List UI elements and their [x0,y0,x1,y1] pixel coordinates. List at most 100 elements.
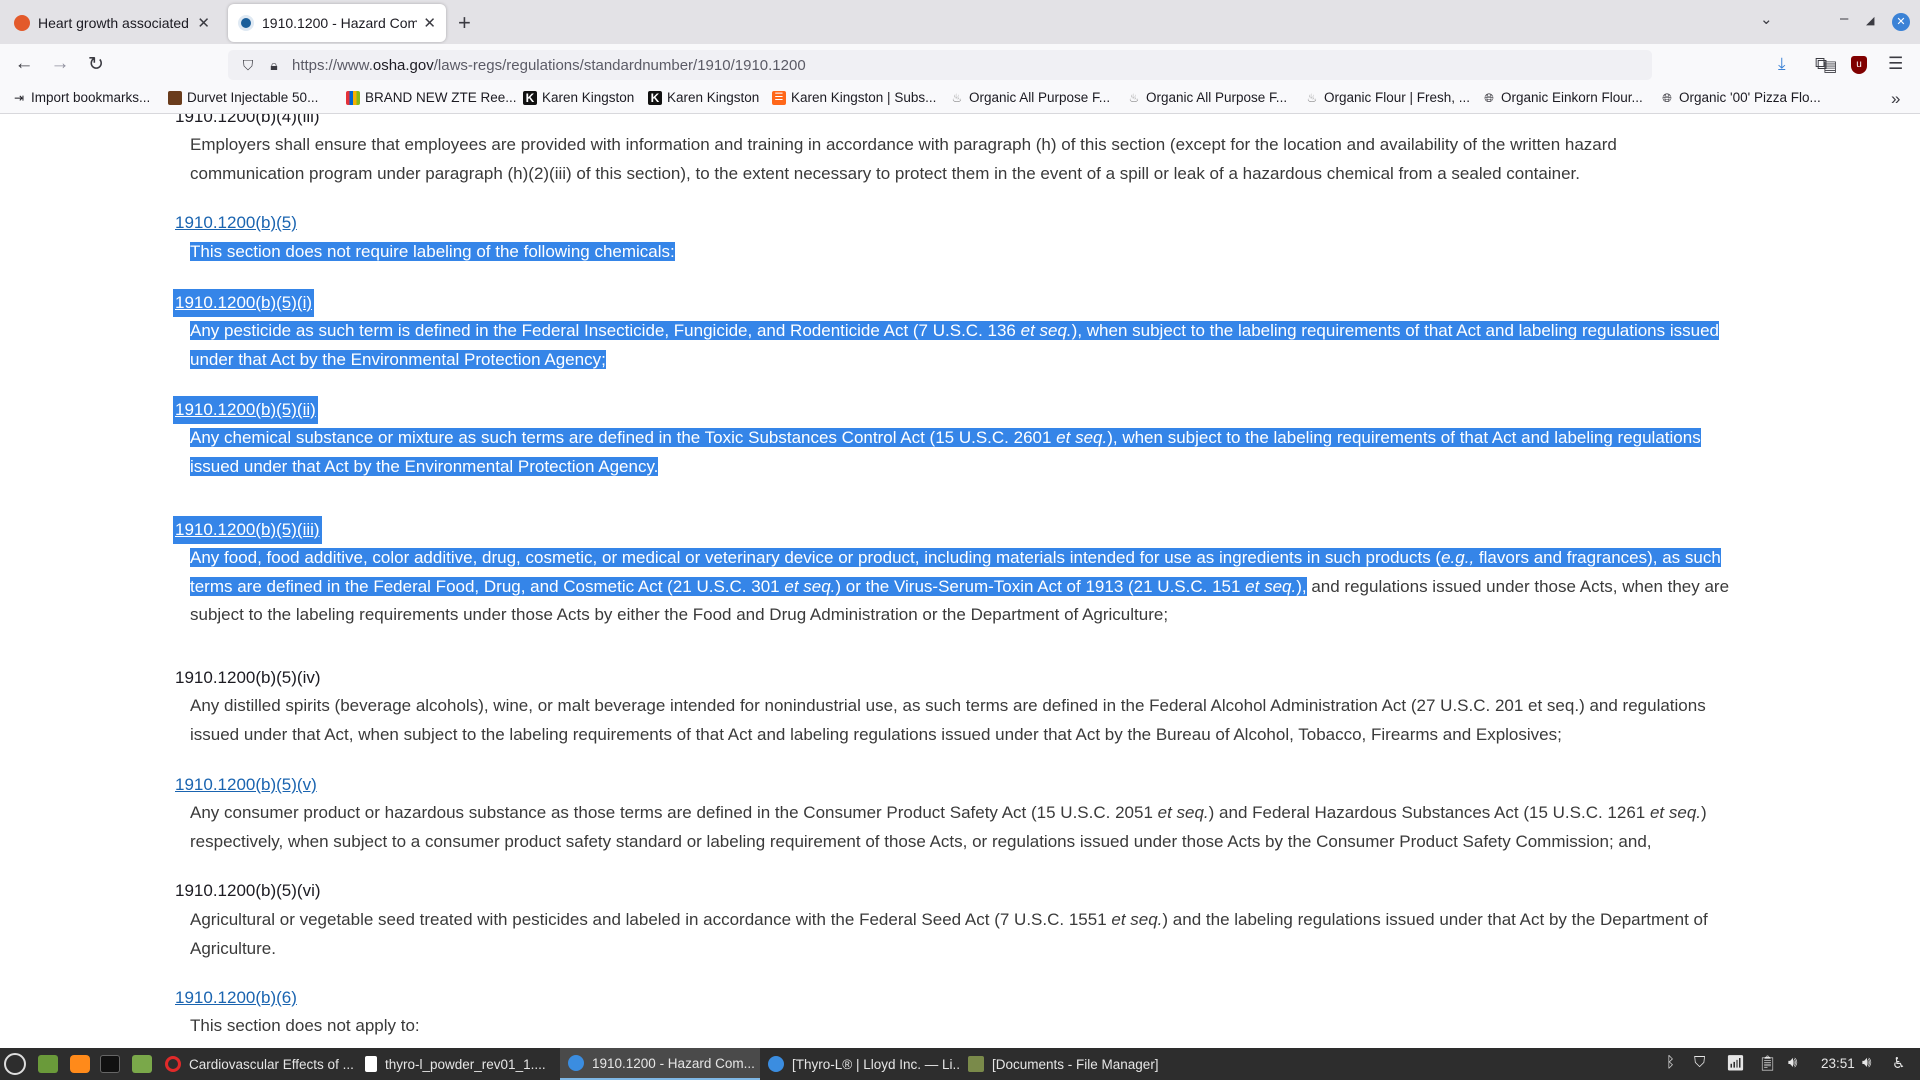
section-link-b5iii[interactable]: 1910.1200(b)(5)(iii) [173,516,322,544]
durvet-icon [168,90,182,105]
volume-icon[interactable]: 🔊︎ [1788,1054,1797,1071]
forward-arrow-icon[interactable]: → [48,53,72,75]
tracking-protection-shield-icon[interactable]: ⛉ [240,57,256,74]
et-seq-text: et seq. [1020,321,1072,340]
clock[interactable]: 23:51 [1821,1056,1855,1071]
bookmark-label: Organic Flour | Fresh, ... [1324,90,1471,105]
url-bar[interactable]: ⛉ 🔒︎ https://www.osha.gov/laws-regs/regu… [228,50,1868,80]
bookmark-label: Organic All Purpose F... [1146,90,1288,105]
bookmark-organic-flour-3[interactable]: ♨ Organic Flour | Fresh, ... [1305,90,1470,105]
section-link-b5[interactable]: 1910.1200(b)(5) [175,209,297,237]
bookmark-label: Organic Einkorn Flour... [1501,90,1643,105]
bookmark-label: Durvet Injectable 50... [187,90,319,105]
start-menu-icon[interactable] [4,1053,26,1075]
document-icon [365,1056,377,1072]
bookmark-pizza-flour[interactable]: 🌐︎ Organic '00' Pizza Flo... [1660,90,1821,105]
close-icon[interactable]: ✕ [423,14,436,32]
globe-icon: 🌐︎ [1662,90,1672,105]
et-seq-text: et seq. [1157,803,1209,822]
bookmarks-overflow-chevron-icon[interactable]: » [1891,89,1900,109]
paragraph-b5ii: Any chemical substance or mixture as suc… [190,424,1735,481]
paragraph-b5vi: Agricultural or vegetable seed treated w… [190,906,1735,963]
new-tab-plus-icon[interactable]: + [458,10,471,36]
bookmark-durvet[interactable]: Durvet Injectable 50... [168,90,318,105]
import-icon: ⇥ [13,90,25,105]
terminal-launcher-icon[interactable] [100,1055,120,1073]
taskbar-window-label: 1910.1200 - Hazard Com... [592,1055,755,1071]
show-desktop-icon[interactable] [38,1055,58,1073]
flour-icon: ♨ [1128,90,1140,105]
clipboard-icon[interactable]: 📋︎ [1758,1054,1777,1072]
minimize-icon[interactable]: – [1840,10,1848,27]
taskbar-window-thyro-pdf[interactable]: thyro-l_powder_rev01_1.... [357,1048,557,1080]
firefox-launcher-icon[interactable] [70,1055,90,1073]
paragraph-b5i: Any pesticide as such term is defined in… [190,317,1735,374]
tab-heart-growth[interactable]: Heart growth associated wi ✕ [4,4,220,42]
extensions-puzzle-icon[interactable]: ⧉ [1815,54,1827,74]
bookmark-organic-flour-1[interactable]: ♨ Organic All Purpose F... [950,90,1110,105]
tab-title: 1910.1200 - Hazard Commu [262,15,418,31]
bookmark-import[interactable]: ⇥ Import bookmarks... [12,90,150,105]
shield-icon[interactable]: ⛉ [1694,1054,1705,1071]
paragraph-b5v: Any consumer product or hazardous substa… [190,799,1735,856]
tab-hazard-communication[interactable]: 1910.1200 - Hazard Commu ✕ [228,4,446,42]
flour-icon: ♨ [951,90,963,105]
url-text[interactable]: https://www.osha.gov/laws-regs/regulatio… [292,57,806,74]
et-seq-text: et seq. [1649,803,1702,822]
window-close-icon[interactable]: ✕ [1892,13,1910,31]
paragraph-b4iii: Employers shall ensure that employees ar… [190,135,1617,183]
downloads-icon[interactable]: ⤓ [1778,54,1786,74]
paragraph-text: ), [1296,576,1307,596]
bookmark-organic-flour-2[interactable]: ♨ Organic All Purpose F... [1127,90,1287,105]
taskbar-window-hazard-communication[interactable]: 1910.1200 - Hazard Com... [560,1048,760,1080]
file-manager-launcher-icon[interactable] [132,1055,152,1073]
bookmark-zte[interactable]: BRAND NEW ZTE Ree... [346,90,517,105]
restore-icon[interactable]: ◢ [1866,14,1874,27]
tab-favicon-icon [238,15,254,31]
wifi-icon[interactable]: 📶︎ [1726,1054,1745,1072]
page-content: 1910.1200(b)(4)(iii) Employers shall ens… [0,114,1920,1048]
app-menu-hamburger-icon[interactable]: ☰ [1888,54,1903,74]
bookmark-karen-kingston-substack[interactable]: ☰ Karen Kingston | Subs... [772,90,936,105]
et-seq-text: et seq. [1111,910,1163,929]
paragraph-text: Any pesticide as such term is defined in… [190,321,1021,340]
volume-icon[interactable]: 🔊︎ [1862,1054,1871,1071]
bookmark-einkorn-flour[interactable]: 🌐︎ Organic Einkorn Flour... [1482,90,1643,105]
taskbar-window-cardiovascular[interactable]: Cardiovascular Effects of ... [157,1048,357,1080]
bookmarks-toolbar: ⇥ Import bookmarks... Durvet Injectable 5… [0,86,1920,114]
section-link-b5i[interactable]: 1910.1200(b)(5)(i) [173,289,315,317]
reload-icon[interactable]: ↻ [84,53,108,76]
bookmark-karen-kingston-1[interactable]: K Karen Kingston [523,90,634,105]
section-link-b6[interactable]: 1910.1200(b)(6) [175,984,297,1012]
eg-text: e.g., [1441,548,1475,567]
system-taskbar: Cardiovascular Effects of ... thyro-l_po… [0,1048,1920,1080]
bookmark-label: Karen Kingston [667,90,760,105]
taskbar-window-label: thyro-l_powder_rev01_1.... [385,1056,546,1072]
accessibility-icon[interactable]: ♿︎ [1892,1054,1905,1072]
back-arrow-icon[interactable]: ← [12,53,36,75]
paragraph-b5: This section does not require labeling o… [190,238,1735,267]
bluetooth-icon[interactable]: ᛒ [1666,1054,1675,1071]
tab-favicon-icon [14,15,30,31]
bookmark-label: Organic All Purpose F... [969,90,1111,105]
tab-bar: Heart growth associated wi ✕ 1910.1200 -… [0,0,1920,44]
section-link-b5ii[interactable]: 1910.1200(b)(5)(ii) [173,396,318,424]
paragraph-text: Any food, food additive, color additive,… [190,548,1442,567]
url-prefix: https://www. [292,56,373,74]
bookmark-label: Karen Kingston | Subs... [791,90,937,105]
paragraph-text: ) and Federal Hazardous Substances Act (… [1208,803,1650,822]
paragraph-b6: This section does not apply to: [190,1016,420,1035]
list-all-tabs-chevron-icon[interactable]: ⌄ [1760,10,1773,28]
url-path: /laws-regs/regulations/standardnumber/19… [433,56,806,74]
lock-icon[interactable]: 🔒︎ [266,57,282,74]
url-domain: osha.gov [372,56,434,74]
bookmark-karen-kingston-2[interactable]: K Karen Kingston [648,90,759,105]
section-link-b5v[interactable]: 1910.1200(b)(5)(v) [175,771,317,799]
section-heading-b5iv: 1910.1200(b)(5)(iv) [175,668,321,687]
close-icon[interactable]: ✕ [197,14,210,32]
tab-title: Heart growth associated wi [38,15,192,31]
ublock-origin-icon[interactable]: u [1851,56,1867,74]
paragraph-b5iv: Any distilled spirits (beverage alcohols… [190,696,1706,744]
taskbar-window-thyro-l-lloyd[interactable]: [Thyro-L® | Lloyd Inc. — Li... [760,1048,960,1080]
taskbar-window-file-manager[interactable]: [Documents - File Manager] [960,1048,1160,1080]
